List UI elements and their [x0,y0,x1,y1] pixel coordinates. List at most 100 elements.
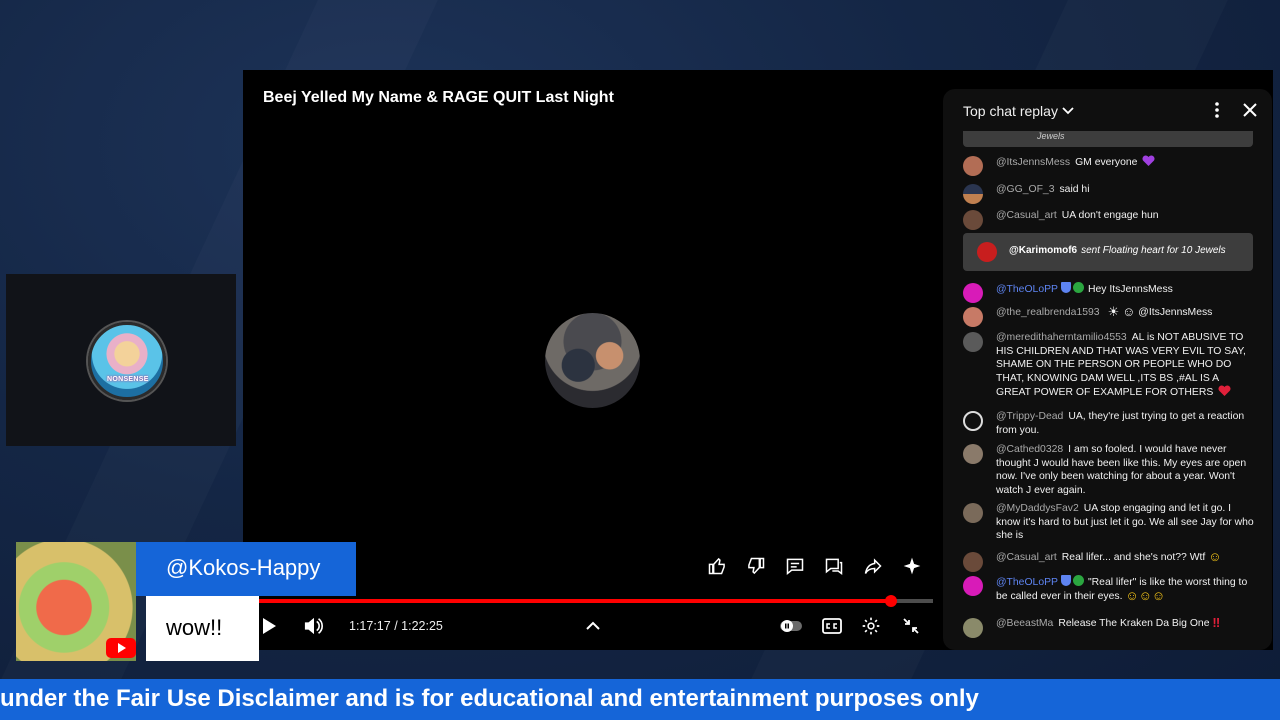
chat-text: said hi [1059,184,1090,195]
channel-avatar [545,313,640,408]
chat-message: @GG_OF_3 said hi [963,183,1255,204]
avatar [963,618,983,638]
avatar [963,576,983,596]
gift-description: sent Floating heart for 10 Jewels [1081,245,1226,256]
more-options-icon[interactable] [1211,101,1223,119]
gift-message-text: Jewels [1037,131,1065,141]
exit-fullscreen-icon[interactable] [901,614,921,638]
chat-message: @BeeastMa Release The Kraken Da Big One ‼ [963,615,1255,638]
chat-author[interactable]: @Trippy-Dead [996,411,1063,422]
chat-author[interactable]: @TheOLoPP [996,284,1058,295]
chat-text: GM everyone [1075,157,1138,168]
progress-fill [259,599,891,603]
chat-text: Release The Kraken Da Big One [1058,618,1210,629]
webcam-panel: NONSENSE [6,274,236,446]
grinning-emoji-icon: ☺☺☺ [1125,587,1166,603]
member-badge-icon [1072,282,1084,293]
chat-message: @ItsJennsMess GM everyone [963,155,1255,176]
chat-author[interactable]: @MyDaddysFav2 [996,503,1079,514]
sun-emoji-icon: ☀ [1107,304,1120,319]
chat-header: Top chat replay [943,89,1272,131]
member-badge-icon [1072,575,1084,586]
purple-heart-icon [1142,155,1155,166]
gift-author[interactable]: @Karimomof6 [1009,245,1077,256]
avatar [977,242,997,262]
chat-message: @Trippy-Dead UA, they're just trying to g… [963,410,1255,437]
avatar [963,444,983,464]
gift-message: Jewels [963,131,1253,147]
chat-mode-label: Top chat replay [963,103,1058,119]
comment-text: wow!! [146,596,259,661]
chat-text: Hey ItsJennsMess [1087,284,1173,295]
chat-text: Real lifer... and she's not?? Wtf [1061,552,1206,563]
youtube-logo-icon [106,638,136,658]
captions-icon[interactable] [821,614,843,638]
person-emoji-icon: ☺ [1122,304,1136,319]
laughing-emoji-icon: ☺ [1208,549,1222,564]
channel-logo-text: NONSENSE [107,376,149,383]
red-heart-icon [1218,385,1231,397]
disclaimer-ticker: under the Fair Use Disclaimer and is for… [0,679,1280,720]
duration: 1:22:25 [401,619,443,633]
comment-icon[interactable] [784,555,805,576]
channel-logo: NONSENSE [88,322,166,400]
chat-text: UA don't engage hun [1061,210,1159,221]
chat-message: @Casual_art Real lifer... and she's not??… [963,549,1255,572]
chat-author[interactable]: @Casual_art [996,210,1057,221]
chat-message: @Cathed0328 I am so fooled. I would have … [963,443,1255,497]
chevron-up-icon[interactable] [585,614,601,638]
control-bar: 1:17:17 / 1:22:25 [259,614,933,638]
scrubber-handle[interactable] [885,595,897,607]
avatar [963,184,983,204]
chat-author[interactable]: @BeeastMa [996,618,1053,629]
chat-message: @MyDaddysFav2 UA stop engaging and let it… [963,502,1255,543]
volume-icon[interactable] [302,614,326,638]
avatar [963,210,983,230]
chat-message: @Casual_art UA don't engage hun [963,209,1255,230]
progress-bar[interactable] [259,595,933,607]
play-icon[interactable] [259,614,279,638]
avatar [963,307,983,327]
moderator-badge-icon [1060,575,1071,586]
action-row [706,555,922,576]
gift-message: @Karimomof6 sent Floating heart for 10 Je… [963,233,1253,271]
avatar [963,156,983,176]
current-time: 1:17:17 [349,619,391,633]
chat-messages[interactable]: Jewels @ItsJennsMess GM everyone @GG_OF_3… [943,131,1272,650]
ticker-text: under the Fair Use Disclaimer and is for… [0,685,979,712]
like-icon[interactable] [706,555,727,576]
chat-message: @the_realbrenda1593 ☀ ☺ @ItsJennsMess [963,304,1255,327]
dislike-icon[interactable] [745,555,766,576]
chat-author[interactable]: @meredithaherntamilio4553 [996,332,1127,343]
autoplay-toggle[interactable] [779,614,803,638]
double-exclamation-icon: ‼ [1212,615,1221,630]
chevron-down-icon [1062,107,1074,115]
chat-text: @ItsJennsMess [1138,307,1213,318]
settings-icon[interactable] [860,614,882,638]
chat-author[interactable]: @Cathed0328 [996,444,1063,455]
live-chat-panel: Top chat replay Jewels @ItsJennsMess GM e… [943,89,1272,650]
chat-author[interactable]: @TheOLoPP [996,577,1058,588]
avatar [963,283,983,303]
time-separator: / [390,619,402,633]
chat-message: @TheOLoPP "Real lifer" is like the worst … [963,575,1255,603]
chat-message: @meredithaherntamilio4553 AL is NOT ABUSI… [963,331,1255,400]
commenter-photo [16,542,136,661]
comment-username: @Kokos-Happy [136,542,356,596]
avatar [963,503,983,523]
share-icon[interactable] [862,555,883,576]
avatar [963,411,983,431]
chat-message: @TheOLoPP Hey ItsJennsMess [963,282,1255,303]
chat-author[interactable]: @GG_OF_3 [996,184,1054,195]
moderator-badge-icon [1060,282,1071,293]
chat-author[interactable]: @ItsJennsMess [996,157,1070,168]
chat-author[interactable]: @Casual_art [996,552,1057,563]
time-display: 1:17:17 / 1:22:25 [349,614,443,638]
sparkle-icon[interactable] [901,555,922,576]
chat-mode-dropdown[interactable]: Top chat replay [963,103,1074,119]
close-icon[interactable] [1241,101,1259,119]
chat-author[interactable]: @the_realbrenda1593 [996,307,1100,318]
gift-message-text: @Karimomof6 sent Floating heart for 10 Je… [1009,245,1226,256]
chat-icon[interactable] [823,555,844,576]
avatar [963,552,983,572]
